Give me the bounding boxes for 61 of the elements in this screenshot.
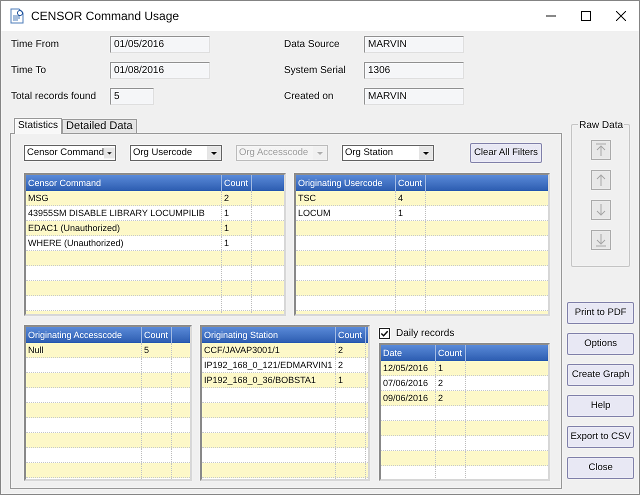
field-label: Total records found bbox=[11, 90, 98, 104]
action-button[interactable]: Close bbox=[567, 457, 634, 479]
table-cell: 1 bbox=[436, 361, 466, 375]
table-cell: EDAC1 (Unauthorized) bbox=[26, 221, 222, 235]
table-cell: 2 bbox=[436, 391, 466, 405]
table-cell: 1 bbox=[336, 373, 366, 387]
maximize-icon[interactable] bbox=[581, 11, 591, 21]
clear-filters-button[interactable]: Clear All Filters bbox=[470, 143, 542, 163]
table-cell: 1 bbox=[222, 236, 252, 250]
table-cell: 2 bbox=[336, 343, 366, 357]
table-cell: 43955SM DISABLE LIBRARY LOCUMPILIB bbox=[26, 206, 222, 220]
window-title: CENSOR Command Usage bbox=[31, 8, 180, 25]
checkbox[interactable] bbox=[379, 328, 390, 339]
data-grid[interactable]: Date Count 12/05/2016 1 07/06/2016 2 09/06/2016 2 bbox=[379, 343, 550, 481]
tab[interactable]: Detailed Data bbox=[62, 119, 137, 133]
app-icon bbox=[10, 8, 24, 24]
table-cell: MSG bbox=[26, 191, 222, 205]
tab[interactable]: Statistics bbox=[14, 118, 62, 134]
table-cell: 2 bbox=[336, 358, 366, 372]
table-cell: 12/05/2016 bbox=[381, 361, 436, 375]
table-cell: WHERE (Unauthorized) bbox=[26, 236, 222, 250]
data-grid[interactable]: Originating Accesscode Count Null 5 bbox=[24, 325, 192, 481]
action-button[interactable]: Options bbox=[567, 333, 634, 355]
table-cell: 2 bbox=[436, 376, 466, 390]
data-grid[interactable]: Censor Command Count MSG 2 43955SM DISABLE LIBRARY LOCUMPILIB 1 EDAC1 (Unauthorized) 1 WHERE (Unauthorized) 1 bbox=[24, 173, 286, 316]
dropdown[interactable]: Org Usercode bbox=[130, 145, 222, 161]
text-field[interactable]: MARVIN bbox=[364, 88, 464, 105]
action-button[interactable]: Export to CSV bbox=[567, 426, 634, 448]
field-label: System Serial bbox=[284, 64, 347, 78]
table-cell: 1 bbox=[222, 206, 252, 220]
close-icon[interactable] bbox=[616, 11, 626, 21]
table-cell: 1 bbox=[396, 206, 426, 220]
action-button[interactable]: Print to PDF bbox=[567, 302, 634, 324]
text-field[interactable]: MARVIN bbox=[364, 36, 464, 53]
dropdown[interactable]: Censor Command bbox=[24, 145, 116, 161]
action-button[interactable]: Create Graph bbox=[567, 364, 634, 386]
table-cell: TSC bbox=[296, 191, 396, 205]
table-cell: CCF/JAVAP3001/1 bbox=[202, 343, 336, 357]
table-cell: 4 bbox=[396, 191, 426, 205]
field-label: Data Source bbox=[284, 38, 341, 52]
field-label: Created on bbox=[284, 90, 334, 104]
field-label: Time To bbox=[11, 64, 48, 78]
table-cell: IP192_168_0_121/EDMARVIN1 bbox=[202, 358, 336, 372]
table-cell: LOCUM bbox=[296, 206, 396, 220]
table-cell: 1 bbox=[222, 221, 252, 235]
table-cell: 5 bbox=[142, 343, 172, 357]
table-cell: Null bbox=[26, 343, 142, 357]
table-cell: 2 bbox=[222, 191, 252, 205]
data-grid[interactable]: Originating Station Count CCF/JAVAP3001/1 2 IP192_168_0_121/EDMARVIN1 2 IP192_168_0_36/BOBSTA1 1 bbox=[200, 325, 370, 481]
text-field[interactable]: 01/05/2016 bbox=[110, 36, 210, 53]
table-cell: IP192_168_0_36/BOBSTA1 bbox=[202, 373, 336, 387]
text-field[interactable]: 5 bbox=[110, 88, 154, 105]
action-button[interactable]: Help bbox=[567, 395, 634, 417]
text-field[interactable]: 01/08/2016 bbox=[110, 62, 210, 79]
data-grid[interactable]: Originating Usercode Count TSC 4 LOCUM 1 bbox=[294, 173, 550, 316]
checkbox-label: Daily records bbox=[396, 327, 454, 341]
dropdown[interactable]: Org Station bbox=[342, 145, 434, 161]
table-cell: 07/06/2016 bbox=[381, 376, 436, 390]
text-field[interactable]: 1306 bbox=[364, 62, 464, 79]
table-cell: 09/06/2016 bbox=[381, 391, 436, 405]
field-label: Time From bbox=[11, 38, 60, 52]
